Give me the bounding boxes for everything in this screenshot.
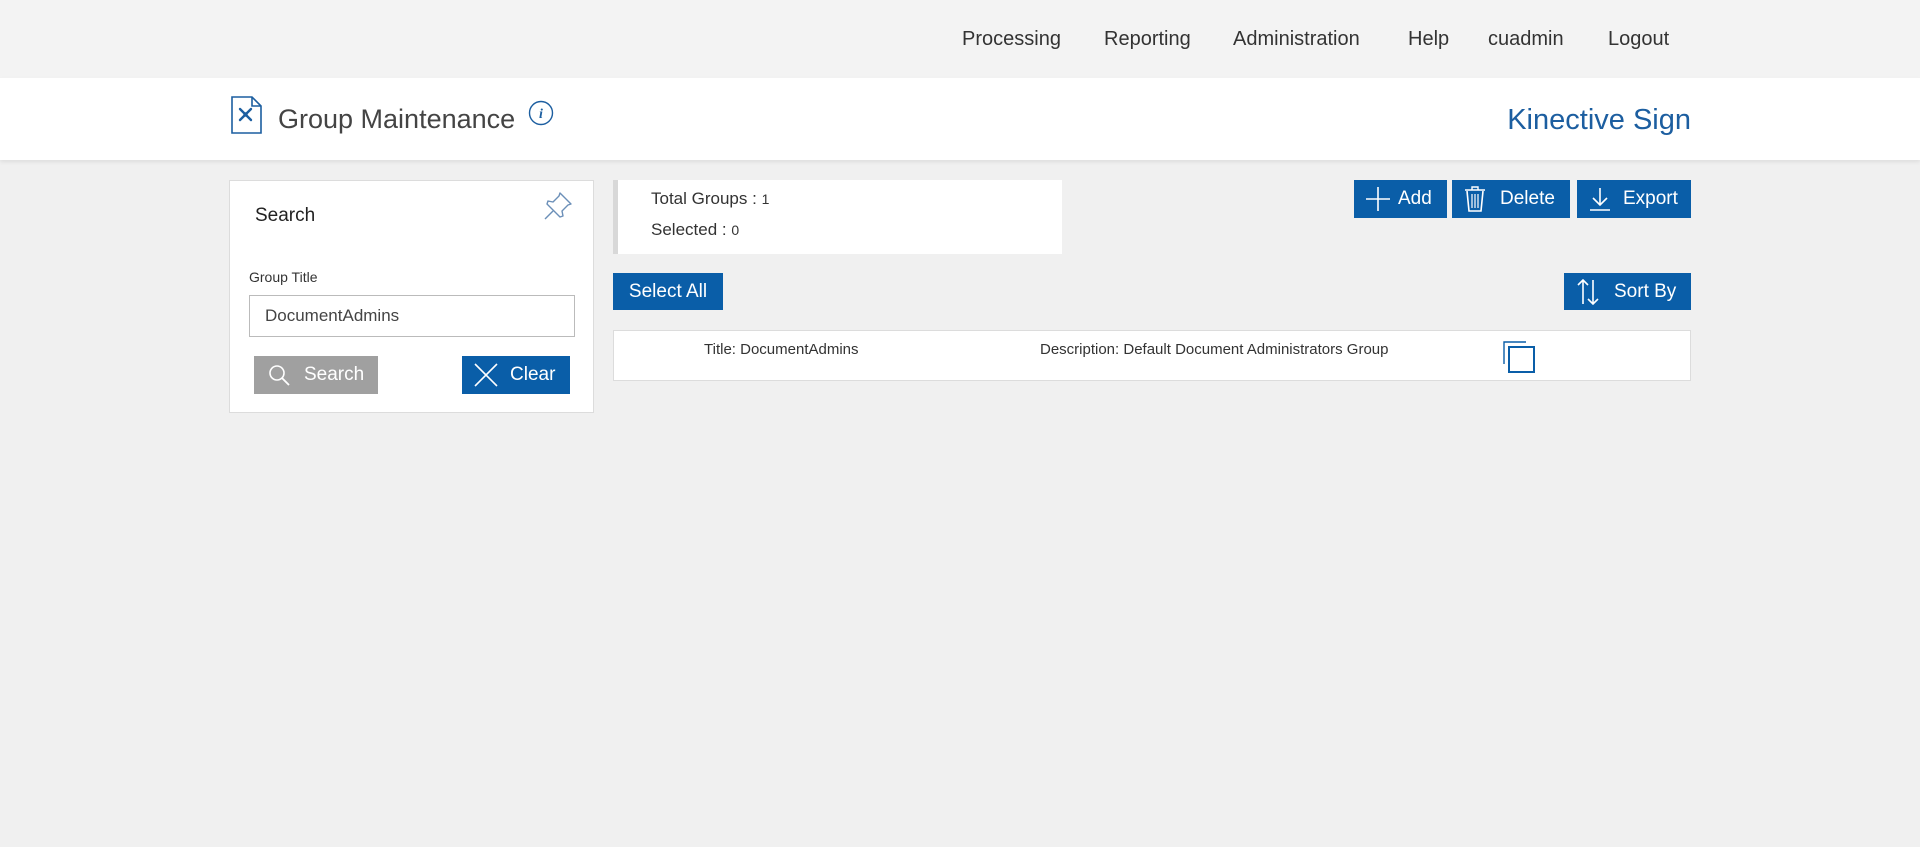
group-description: Description: Default Document Administra…: [1040, 341, 1389, 358]
group-title-label: Group Title: [249, 269, 318, 285]
nav-processing[interactable]: Processing: [962, 28, 1061, 51]
group-description-value: Default Document Administrators Group: [1123, 341, 1389, 358]
nav-logout[interactable]: Logout: [1608, 28, 1669, 51]
selected-count: Selected : 0: [651, 220, 739, 240]
group-description-key: Description:: [1040, 341, 1124, 358]
nav-help[interactable]: Help: [1408, 28, 1449, 51]
search-icon: [269, 365, 290, 386]
group-row[interactable]: Title: DocumentAdmins Description: Defau…: [613, 330, 1691, 381]
document-tools-icon: [231, 96, 262, 134]
search-button[interactable]: Search: [254, 356, 378, 394]
svg-text:i: i: [539, 107, 543, 122]
group-title-value: DocumentAdmins: [740, 341, 859, 358]
info-icon[interactable]: i: [528, 100, 554, 126]
select-checkbox-icon[interactable]: [1503, 341, 1536, 374]
clear-button[interactable]: Clear: [462, 356, 570, 394]
page-title: Group Maintenance: [278, 104, 516, 134]
group-title-input[interactable]: [249, 295, 575, 337]
total-groups: Total Groups : 1: [651, 189, 769, 209]
search-panel-heading: Search: [255, 205, 316, 226]
total-groups-label: Total Groups :: [651, 189, 762, 208]
sort-by-button[interactable]: Sort By: [1564, 273, 1691, 310]
nav-reporting[interactable]: Reporting: [1104, 28, 1191, 51]
group-stats: Total Groups : 1 Selected : 0: [613, 180, 1062, 254]
nav-user-cuadmin[interactable]: cuadmin: [1488, 28, 1564, 51]
sort-icon: [1577, 278, 1599, 305]
download-icon: [1590, 188, 1610, 211]
selected-label: Selected :: [651, 220, 732, 239]
top-navigation: Processing Reporting Administration Help…: [0, 0, 1920, 78]
brand-name: Kinective Sign: [1507, 104, 1691, 136]
nav-administration[interactable]: Administration: [1233, 28, 1360, 51]
sort-by-button-label: Sort By: [1614, 280, 1677, 302]
selected-value: 0: [731, 222, 740, 238]
clear-button-label: Clear: [510, 364, 556, 385]
group-title-key: Title:: [704, 341, 741, 358]
delete-button-label: Delete: [1500, 188, 1555, 209]
select-all-button[interactable]: Select All: [613, 273, 723, 310]
export-button-label: Export: [1623, 188, 1678, 209]
group-title: Title: DocumentAdmins: [704, 341, 859, 358]
trash-icon: [1465, 186, 1485, 212]
search-button-label: Search: [304, 364, 365, 385]
delete-button[interactable]: Delete: [1452, 180, 1570, 218]
plus-icon: [1366, 187, 1390, 211]
export-button[interactable]: Export: [1577, 180, 1691, 218]
add-button-label: Add: [1398, 188, 1432, 209]
page-header: Group Maintenance i Kinective Sign: [0, 78, 1920, 160]
add-button[interactable]: Add: [1354, 180, 1447, 218]
pin-icon[interactable]: [541, 189, 575, 223]
total-groups-value: 1: [761, 191, 770, 207]
search-panel: Search Group Title Search Clear: [229, 180, 594, 413]
close-icon: [474, 363, 498, 387]
